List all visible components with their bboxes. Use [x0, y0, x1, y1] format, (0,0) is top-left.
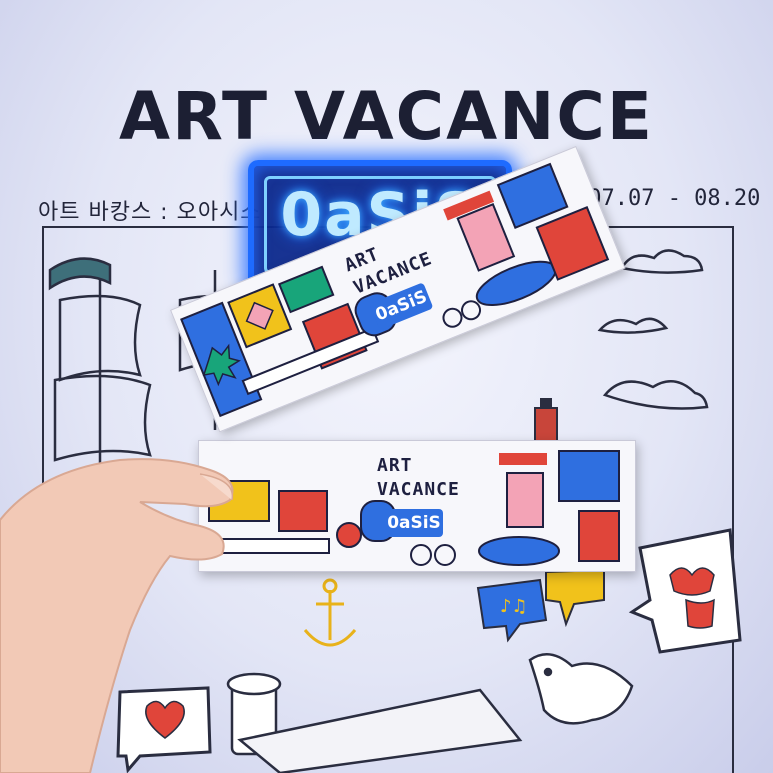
anchor-drawing	[303, 578, 357, 647]
ticket-back-vacance: VACANCE	[377, 479, 460, 500]
photo-scene: ART VACANCE 아트 바캉스 : 오아시스 2023.07.07 - 0…	[0, 0, 773, 773]
lighthouse-drawing	[534, 398, 558, 443]
hand	[0, 458, 234, 773]
svg-text:♪♫: ♪♫	[500, 596, 528, 617]
ticket-back-oasis-badge: 0aSiS	[385, 509, 443, 537]
cloud-drawings	[597, 249, 709, 410]
ticket-back-art: ART	[377, 455, 413, 476]
